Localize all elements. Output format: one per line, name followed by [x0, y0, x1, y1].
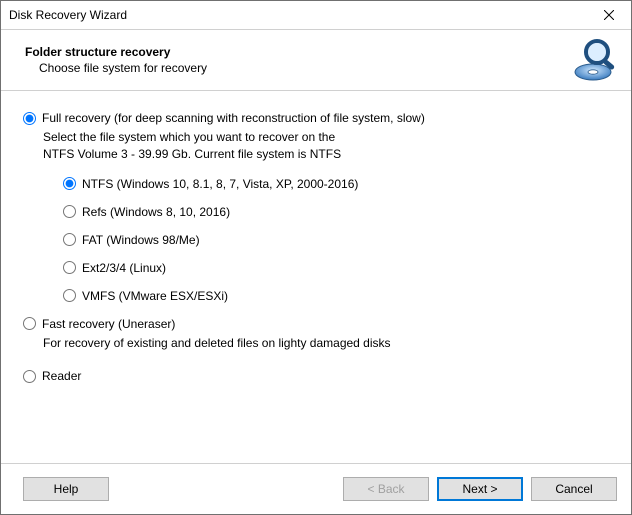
wizard-window: Disk Recovery Wizard Folder structure re… [0, 0, 632, 515]
header-subtitle: Choose file system for recovery [25, 61, 571, 75]
close-icon [604, 10, 614, 20]
header-title: Folder structure recovery [25, 45, 571, 59]
next-button[interactable]: Next > [437, 477, 523, 501]
magnifier-disk-icon [571, 36, 619, 84]
fs-label-vmfs: VMFS (VMware ESX/ESXi) [82, 289, 228, 303]
mode-reader-label: Reader [42, 369, 81, 383]
fs-option-fat[interactable]: FAT (Windows 98/Me) [63, 233, 609, 247]
mode-full-recovery-label: Full recovery (for deep scanning with re… [42, 111, 425, 125]
help-button[interactable]: Help [23, 477, 109, 501]
wizard-body: Full recovery (for deep scanning with re… [1, 91, 631, 463]
close-button[interactable] [586, 1, 631, 29]
radio-refs[interactable] [63, 205, 76, 218]
radio-fat[interactable] [63, 233, 76, 246]
fs-option-refs[interactable]: Refs (Windows 8, 10, 2016) [63, 205, 609, 219]
fs-label-fat: FAT (Windows 98/Me) [82, 233, 200, 247]
mode-reader[interactable]: Reader [23, 369, 609, 383]
header-text: Folder structure recovery Choose file sy… [25, 45, 571, 75]
full-recovery-desc-line1: Select the file system which you want to… [43, 129, 609, 146]
fast-recovery-desc: For recovery of existing and deleted fil… [43, 335, 609, 352]
fs-label-refs: Refs (Windows 8, 10, 2016) [82, 205, 230, 219]
fs-option-vmfs[interactable]: VMFS (VMware ESX/ESXi) [63, 289, 609, 303]
titlebar: Disk Recovery Wizard [1, 1, 631, 30]
wizard-header: Folder structure recovery Choose file sy… [1, 30, 631, 91]
radio-ntfs[interactable] [63, 177, 76, 190]
radio-ext[interactable] [63, 261, 76, 274]
filesystem-list: NTFS (Windows 10, 8.1, 8, 7, Vista, XP, … [63, 177, 609, 303]
fs-label-ntfs: NTFS (Windows 10, 8.1, 8, 7, Vista, XP, … [82, 177, 358, 191]
fs-option-ext[interactable]: Ext2/3/4 (Linux) [63, 261, 609, 275]
back-button: < Back [343, 477, 429, 501]
mode-fast-recovery[interactable]: Fast recovery (Uneraser) [23, 317, 609, 331]
full-recovery-desc-line2: NTFS Volume 3 - 39.99 Gb. Current file s… [43, 146, 609, 163]
full-recovery-desc: Select the file system which you want to… [43, 129, 609, 163]
fs-label-ext: Ext2/3/4 (Linux) [82, 261, 166, 275]
cancel-button[interactable]: Cancel [531, 477, 617, 501]
radio-reader[interactable] [23, 370, 36, 383]
fs-option-ntfs[interactable]: NTFS (Windows 10, 8.1, 8, 7, Vista, XP, … [63, 177, 609, 191]
mode-fast-recovery-label: Fast recovery (Uneraser) [42, 317, 175, 331]
mode-full-recovery[interactable]: Full recovery (for deep scanning with re… [23, 111, 609, 125]
window-title: Disk Recovery Wizard [9, 8, 586, 22]
radio-full-recovery[interactable] [23, 112, 36, 125]
radio-fast-recovery[interactable] [23, 317, 36, 330]
wizard-footer: Help < Back Next > Cancel [1, 463, 631, 514]
radio-vmfs[interactable] [63, 289, 76, 302]
